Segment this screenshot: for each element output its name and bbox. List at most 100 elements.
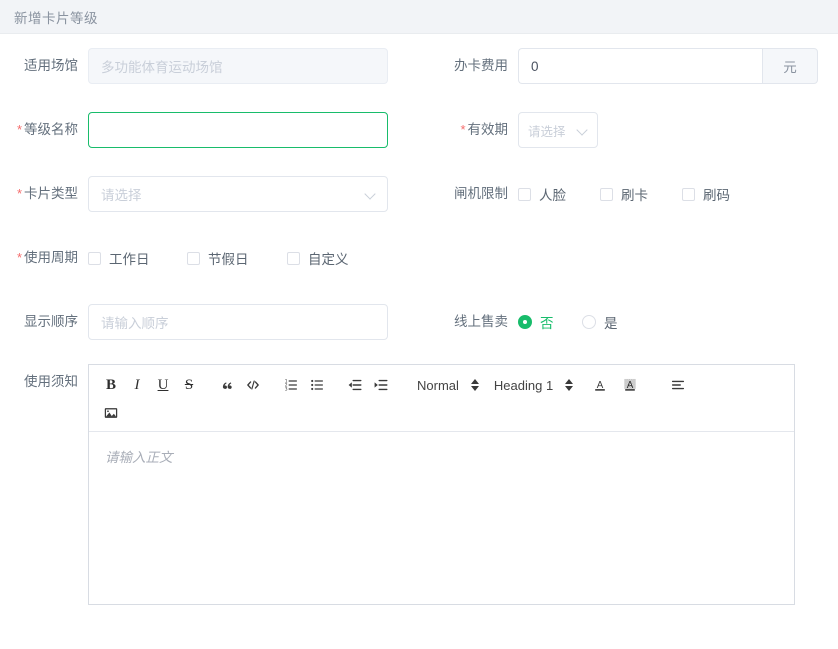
checkbox-label: 人脸: [539, 188, 566, 203]
radio-label: 否: [540, 316, 554, 331]
indent-icon[interactable]: [369, 373, 393, 397]
label-validity-text: 有效期: [467, 122, 509, 138]
venue-value: 多功能体育运动场馆: [101, 60, 223, 75]
outdent-icon[interactable]: [343, 373, 367, 397]
label-card-type: * 卡片类型: [0, 187, 88, 201]
field-gate-limit: 闸机限制 人脸 刷卡 刷码: [420, 162, 838, 226]
bold-icon[interactable]: B: [99, 373, 123, 397]
field-card-fee: 办卡费用 0 元: [420, 34, 838, 98]
blockquote-icon[interactable]: [215, 373, 239, 397]
italic-glyph: I: [134, 376, 140, 393]
background-color-icon[interactable]: A: [618, 373, 642, 397]
card-type-select[interactable]: 请选择: [88, 176, 388, 212]
radio-label: 是: [604, 316, 618, 331]
card-fee-value: 0: [531, 58, 539, 74]
radio-circle-icon: [582, 315, 596, 329]
header-picker-value: Heading 1: [493, 377, 554, 393]
underline-glyph: U: [157, 376, 169, 393]
form-row-level-validity: * 等级名称 * 有效期 请选择: [0, 98, 838, 162]
field-display-order: 显示顺序 请输入顺序: [0, 290, 420, 354]
strikethrough-icon[interactable]: S: [177, 373, 201, 397]
label-card-type-text: 卡片类型: [24, 186, 78, 202]
label-level-name: * 等级名称: [0, 123, 88, 137]
use-cycle-checkbox-group: 工作日 节假日 自定义: [88, 248, 349, 268]
size-picker-value: Normal: [417, 377, 459, 393]
image-icon[interactable]: [99, 401, 123, 425]
checkbox-gate-card[interactable]: 刷卡: [600, 184, 682, 204]
underline-icon[interactable]: U: [151, 373, 175, 397]
form-row-order-online: 显示顺序 请输入顺序 线上售卖 否 是: [0, 290, 838, 354]
checkbox-label: 刷卡: [621, 188, 648, 203]
code-icon[interactable]: [241, 373, 265, 397]
checkbox-cycle-holiday[interactable]: 节假日: [187, 248, 287, 268]
field-level-name: * 等级名称: [0, 98, 420, 162]
required-asterisk: *: [16, 122, 22, 138]
editor-content-area[interactable]: 请输入正文: [89, 432, 794, 604]
card-fee-unit: 元: [762, 48, 818, 84]
card-type-placeholder: 请选择: [101, 188, 142, 203]
display-order-placeholder: 请输入顺序: [101, 316, 169, 331]
display-order-input[interactable]: 请输入顺序: [88, 304, 388, 340]
form-row-cardtype-gate: * 卡片类型 请选择 闸机限制 人脸 刷卡 刷码: [0, 162, 838, 226]
card-fee-input-group: 0 元: [518, 48, 818, 84]
checkbox-box-icon: [287, 251, 300, 265]
chevron-down-icon: [577, 124, 589, 136]
checkbox-label: 自定义: [308, 252, 349, 267]
checkbox-label: 工作日: [109, 252, 150, 267]
card-fee-input[interactable]: 0: [518, 48, 762, 84]
field-use-cycle: * 使用周期 工作日 节假日 自定义: [0, 226, 420, 290]
bullet-list-icon[interactable]: [305, 373, 329, 397]
form-row-notice: 使用须知 B I U S 1 2 3 Normal Heading 1 A A …: [0, 354, 838, 605]
validity-select[interactable]: 请选择: [518, 112, 598, 148]
form-row-use-cycle: * 使用周期 工作日 节假日 自定义: [0, 226, 838, 290]
checkbox-label: 刷码: [703, 188, 730, 203]
dialog-header: 新增卡片等级: [0, 0, 838, 34]
checkbox-box-icon: [88, 251, 101, 265]
checkbox-label: 节假日: [208, 252, 249, 267]
field-venue: 适用场馆 多功能体育运动场馆: [0, 34, 420, 98]
ordered-list-icon[interactable]: 1 2 3: [279, 373, 303, 397]
checkbox-box-icon: [682, 187, 695, 201]
label-use-cycle-text: 使用周期: [24, 250, 78, 266]
level-name-input[interactable]: [88, 112, 388, 148]
font-color-icon[interactable]: A: [588, 373, 612, 397]
label-online-sale: 线上售卖: [454, 314, 508, 330]
header-picker[interactable]: Heading 1: [494, 378, 574, 393]
updown-arrows-icon: [470, 378, 480, 392]
label-display-order: 显示顺序: [24, 314, 78, 330]
strikethrough-glyph: S: [184, 376, 194, 393]
editor-placeholder: 请输入正文: [105, 450, 173, 465]
form-row-venue-fee: 适用场馆 多功能体育运动场馆 办卡费用 0 元: [0, 34, 838, 98]
label-validity: * 有效期: [420, 123, 518, 137]
chevron-down-icon: [365, 188, 377, 200]
label-use-cycle: * 使用周期: [0, 251, 88, 265]
size-picker[interactable]: Normal: [417, 378, 480, 393]
checkbox-gate-face[interactable]: 人脸: [518, 184, 600, 204]
label-card-fee: 办卡费用: [454, 58, 508, 74]
label-notice: 使用须知: [24, 374, 78, 389]
editor-toolbar: B I U S 1 2 3 Normal Heading 1 A A: [89, 365, 794, 432]
field-online-sale: 线上售卖 否 是: [420, 290, 838, 354]
validity-placeholder: 请选择: [528, 124, 566, 139]
gate-limit-checkbox-group: 人脸 刷卡 刷码: [518, 184, 730, 204]
required-asterisk: *: [16, 250, 22, 266]
radio-circle-icon: [518, 315, 532, 329]
online-sale-radio-group: 否 是: [518, 312, 618, 332]
field-card-type: * 卡片类型 请选择: [0, 162, 420, 226]
field-use-cycle-spacer: [420, 226, 838, 290]
checkbox-gate-qrcode[interactable]: 刷码: [682, 184, 730, 204]
bold-glyph: B: [105, 376, 116, 393]
updown-arrows-icon: [565, 378, 574, 392]
venue-input: 多功能体育运动场馆: [88, 48, 388, 84]
italic-icon[interactable]: I: [125, 373, 149, 397]
label-venue: 适用场馆: [24, 58, 78, 74]
radio-online-sale-no[interactable]: 否: [518, 312, 582, 332]
radio-online-sale-yes[interactable]: 是: [582, 312, 618, 332]
required-asterisk: *: [460, 122, 466, 138]
checkbox-cycle-workday[interactable]: 工作日: [88, 248, 187, 268]
required-asterisk: *: [16, 186, 22, 202]
label-gate-limit: 闸机限制: [454, 186, 508, 202]
checkbox-cycle-custom[interactable]: 自定义: [287, 248, 349, 268]
align-icon[interactable]: [666, 373, 690, 397]
field-validity: * 有效期 请选择: [420, 98, 838, 162]
